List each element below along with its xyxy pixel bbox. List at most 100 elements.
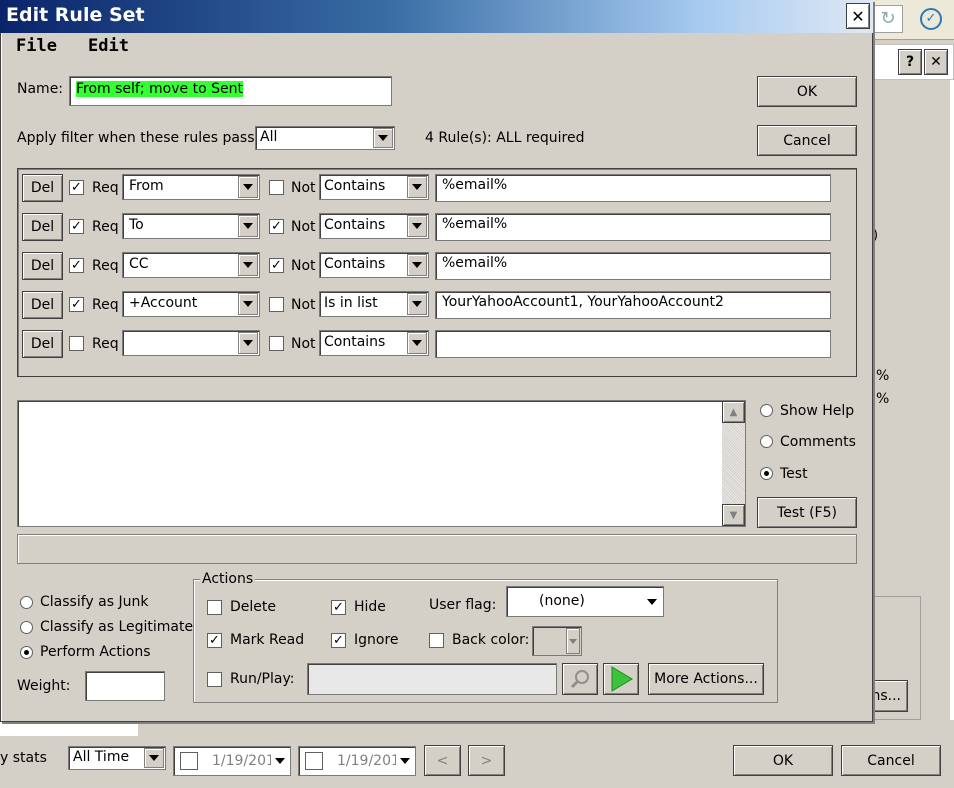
not-checkbox[interactable] — [269, 180, 284, 195]
operator-select-value: Contains — [324, 256, 386, 272]
ignore-checkbox[interactable]: ✓ — [331, 633, 346, 648]
del-button[interactable]: Del — [22, 291, 63, 319]
delete-checkbox[interactable] — [207, 600, 222, 615]
operator-select[interactable]: Contains — [319, 174, 429, 200]
name-field[interactable]: From self; move to Sent — [69, 76, 392, 106]
apply-filter-value: All — [260, 129, 278, 145]
weight-field[interactable] — [85, 671, 165, 701]
test-radio[interactable] — [760, 467, 773, 480]
back-color-select[interactable] — [532, 626, 582, 656]
ok-button[interactable]: OK — [757, 76, 857, 107]
scroll-up-button[interactable]: ▲ — [722, 401, 745, 423]
chevron-down-icon[interactable] — [144, 748, 164, 768]
rule-value-field[interactable] — [435, 330, 831, 358]
chevron-down-icon[interactable] — [642, 588, 662, 615]
chevron-down-icon[interactable] — [238, 254, 258, 276]
rules-summary: 4 Rule(s): ALL required — [425, 130, 585, 146]
operator-select[interactable]: Contains — [319, 252, 429, 278]
hide-checkbox[interactable]: ✓ — [331, 600, 346, 615]
weight-label: Weight: — [17, 678, 71, 694]
chevron-down-icon[interactable] — [373, 128, 393, 148]
run-play-field[interactable] — [307, 663, 557, 695]
del-button[interactable]: Del — [22, 252, 63, 280]
perform-actions-label: Perform Actions — [40, 644, 151, 660]
rule-value-field[interactable]: YourYahooAccount1, YourYahooAccount2 — [435, 291, 831, 319]
field-select[interactable]: +Account — [122, 291, 260, 317]
req-checkbox[interactable]: ✓ — [69, 219, 84, 234]
chevron-down-icon[interactable] — [407, 332, 427, 354]
req-label: Req — [92, 180, 119, 196]
play-button[interactable] — [603, 663, 639, 695]
chevron-down-icon[interactable] — [238, 215, 258, 237]
background-help-button[interactable]: ? — [898, 49, 922, 75]
chevron-down-icon[interactable] — [238, 176, 258, 198]
not-checkbox[interactable] — [269, 336, 284, 351]
date-2-checkbox[interactable] — [305, 752, 323, 770]
chevron-down-icon[interactable] — [407, 176, 427, 198]
show-help-radio[interactable] — [760, 404, 773, 417]
user-flag-label: User flag: — [429, 597, 497, 613]
background-cancel-button[interactable]: Cancel — [841, 745, 941, 776]
chevron-down-icon[interactable] — [407, 293, 427, 315]
chevron-down-icon[interactable] — [396, 748, 414, 774]
apply-filter-label: Apply filter when these rules pass: — [17, 130, 260, 146]
background-ok-button[interactable]: OK — [733, 745, 833, 776]
apply-filter-select[interactable]: All — [255, 126, 395, 150]
perform-actions-radio[interactable] — [20, 646, 33, 659]
not-checkbox[interactable] — [269, 297, 284, 312]
not-checkbox[interactable]: ✓ — [269, 219, 284, 234]
notes-textarea[interactable] — [17, 400, 746, 527]
chevron-down-icon[interactable] — [238, 293, 258, 315]
next-button[interactable]: > — [468, 745, 505, 776]
del-button[interactable]: Del — [22, 213, 63, 241]
chevron-down-icon[interactable] — [271, 748, 289, 774]
date-1-checkbox[interactable] — [180, 752, 198, 770]
rule-value-field[interactable]: %email% — [435, 252, 831, 280]
more-actions-button[interactable]: More Actions... — [648, 663, 764, 695]
refresh-button[interactable]: ↻ — [873, 5, 903, 33]
del-button[interactable]: Del — [22, 330, 63, 358]
operator-select[interactable]: Contains — [319, 330, 429, 356]
dialog-title: Edit Rule Set — [6, 4, 145, 26]
check-circle-icon[interactable]: ✓ — [920, 8, 942, 30]
field-select[interactable] — [122, 330, 260, 356]
mark-read-checkbox[interactable]: ✓ — [207, 633, 222, 648]
req-checkbox[interactable]: ✓ — [69, 297, 84, 312]
user-flag-select[interactable]: (none) — [506, 586, 664, 617]
field-select[interactable]: CC — [122, 252, 260, 278]
req-checkbox[interactable]: ✓ — [69, 180, 84, 195]
field-select[interactable]: From — [122, 174, 260, 200]
back-color-checkbox[interactable] — [429, 633, 444, 648]
test-button[interactable]: Test (F5) — [757, 497, 857, 528]
notes-scrollbar[interactable]: ▲ ▼ — [722, 401, 745, 526]
background-close-button[interactable]: ✕ — [924, 49, 948, 75]
chevron-down-icon[interactable] — [566, 628, 580, 654]
del-button[interactable]: Del — [22, 174, 63, 202]
rule-value-field[interactable]: %email% — [435, 174, 831, 202]
operator-select[interactable]: Is in list — [319, 291, 429, 317]
classify-junk-radio[interactable] — [20, 596, 33, 609]
chevron-down-icon[interactable] — [407, 254, 427, 276]
menu-file[interactable]: File — [16, 36, 57, 56]
operator-select[interactable]: Contains — [319, 213, 429, 239]
show-help-label: Show Help — [780, 403, 855, 419]
scroll-down-button[interactable]: ▼ — [722, 504, 745, 526]
cancel-button[interactable]: Cancel — [757, 125, 857, 156]
close-button[interactable]: ✕ — [846, 3, 870, 29]
comments-radio[interactable] — [760, 435, 773, 448]
run-play-checkbox[interactable] — [207, 672, 222, 687]
chevron-down-icon[interactable] — [407, 215, 427, 237]
date-picker-1[interactable]: 1/19/201 — [173, 746, 291, 776]
req-checkbox[interactable] — [69, 336, 84, 351]
rule-value-field[interactable]: %email% — [435, 213, 831, 241]
chevron-down-icon[interactable] — [238, 332, 258, 354]
prev-button[interactable]: < — [424, 745, 461, 776]
req-checkbox[interactable]: ✓ — [69, 258, 84, 273]
browse-button[interactable] — [562, 663, 598, 695]
not-checkbox[interactable]: ✓ — [269, 258, 284, 273]
classify-legit-radio[interactable] — [20, 621, 33, 634]
date-picker-2[interactable]: 1/19/201 — [298, 746, 416, 776]
field-select[interactable]: To — [122, 213, 260, 239]
menu-edit[interactable]: Edit — [88, 36, 129, 56]
period-select[interactable]: All Time — [68, 746, 166, 770]
